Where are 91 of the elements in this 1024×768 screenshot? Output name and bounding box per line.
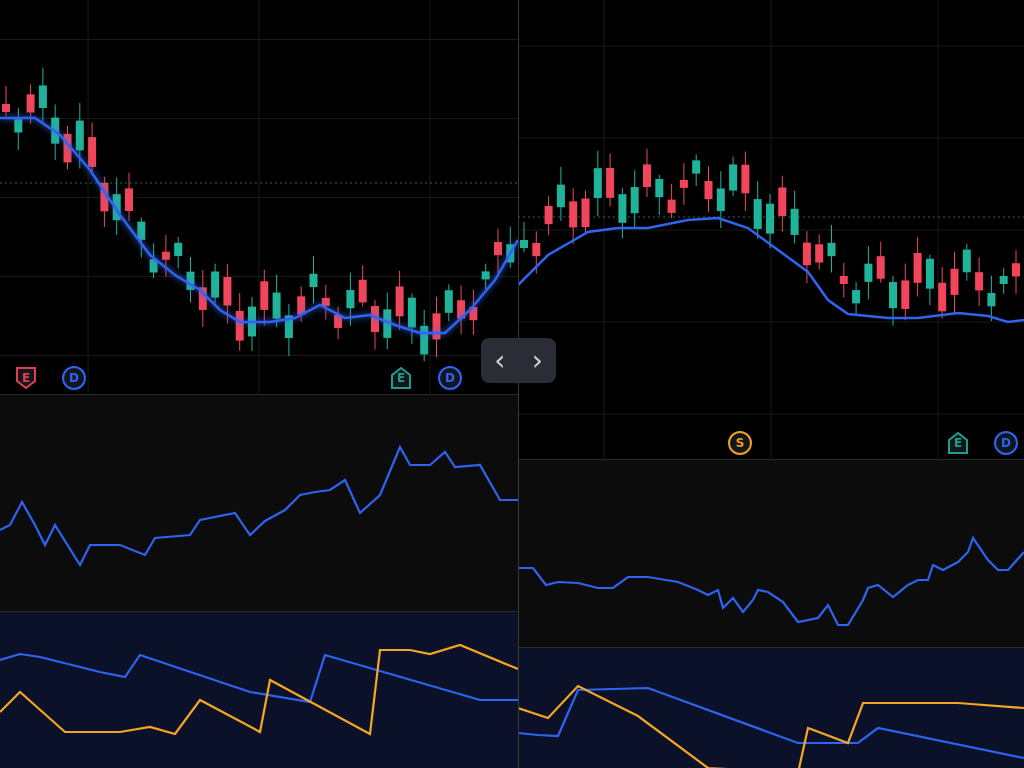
- candle: [407, 293, 416, 345]
- candle: [457, 285, 466, 335]
- candle: [75, 102, 84, 169]
- candle: [112, 176, 121, 236]
- candle: [593, 150, 602, 217]
- candle: [741, 151, 750, 212]
- candle: [802, 230, 811, 284]
- candle: [223, 263, 232, 324]
- candle: [420, 309, 429, 362]
- candle: [655, 174, 664, 216]
- candle: [938, 266, 947, 319]
- event-circle-marker[interactable]: S: [728, 431, 752, 455]
- candle: [346, 272, 355, 327]
- candle: [494, 228, 502, 274]
- candle: [481, 263, 490, 290]
- candle: [889, 275, 897, 327]
- candle: [38, 67, 47, 123]
- candle: [235, 292, 244, 352]
- candle: [358, 264, 367, 307]
- candle: [581, 190, 590, 235]
- event-circle-marker[interactable]: D: [62, 366, 86, 390]
- candle: [125, 172, 133, 222]
- candle: [395, 270, 404, 331]
- candle: [1012, 249, 1020, 295]
- candle: [149, 242, 158, 279]
- candle: [790, 190, 799, 244]
- candle: [569, 187, 578, 245]
- candle: [137, 217, 146, 259]
- candle: [925, 254, 934, 306]
- candle: [161, 234, 170, 278]
- candle: [506, 225, 515, 269]
- candle: [321, 284, 330, 321]
- candle: [827, 224, 836, 274]
- candle: [766, 193, 774, 249]
- candle: [778, 175, 787, 233]
- candle: [198, 269, 207, 328]
- candle: [309, 255, 318, 304]
- candle: [544, 195, 553, 236]
- candle: [432, 296, 441, 358]
- candle: [999, 267, 1008, 295]
- candle: [704, 165, 713, 213]
- candle: [63, 125, 72, 170]
- event-house-marker[interactable]: E: [946, 431, 970, 455]
- candle: [901, 263, 910, 321]
- candle: [174, 236, 183, 269]
- candle: [618, 187, 627, 239]
- candle: [248, 296, 256, 352]
- candle: [692, 153, 701, 187]
- event-circle-marker[interactable]: D: [438, 366, 462, 390]
- candle: [815, 233, 824, 271]
- candle: [297, 285, 306, 323]
- candle: [864, 245, 873, 300]
- candle: [667, 183, 676, 219]
- candle: [186, 256, 195, 303]
- candle: [852, 281, 861, 316]
- candle: [371, 299, 379, 351]
- candle: [334, 306, 343, 340]
- candle: [962, 243, 971, 282]
- candle: [606, 152, 615, 207]
- candle: [643, 148, 651, 198]
- candle: [520, 221, 528, 253]
- event-house-marker[interactable]: E: [389, 366, 413, 390]
- candle: [272, 274, 281, 328]
- candle: [14, 107, 23, 151]
- candle: [444, 283, 453, 322]
- candle: [532, 230, 541, 275]
- candle: [26, 83, 35, 125]
- candle: [839, 262, 848, 299]
- candle: [260, 269, 269, 326]
- candle: [716, 170, 725, 229]
- candle: [950, 251, 959, 314]
- candle: [913, 236, 922, 297]
- candle: [729, 156, 738, 197]
- candle: [100, 176, 109, 228]
- candle: [383, 292, 392, 350]
- candle: [284, 303, 293, 357]
- event-circle-marker[interactable]: D: [994, 431, 1018, 455]
- candle: [679, 162, 688, 206]
- candle: [753, 180, 762, 240]
- candle: [469, 289, 478, 336]
- candle: [630, 169, 639, 229]
- candle: [211, 263, 220, 304]
- event-shield-marker[interactable]: E: [14, 366, 38, 390]
- previous-button[interactable]: ‹: [488, 345, 512, 376]
- candle: [51, 103, 60, 161]
- candle: [556, 166, 565, 222]
- candle: [987, 275, 996, 322]
- candle: [876, 241, 885, 284]
- candle: [2, 85, 10, 117]
- candle: [975, 257, 984, 307]
- next-button[interactable]: ›: [525, 345, 549, 376]
